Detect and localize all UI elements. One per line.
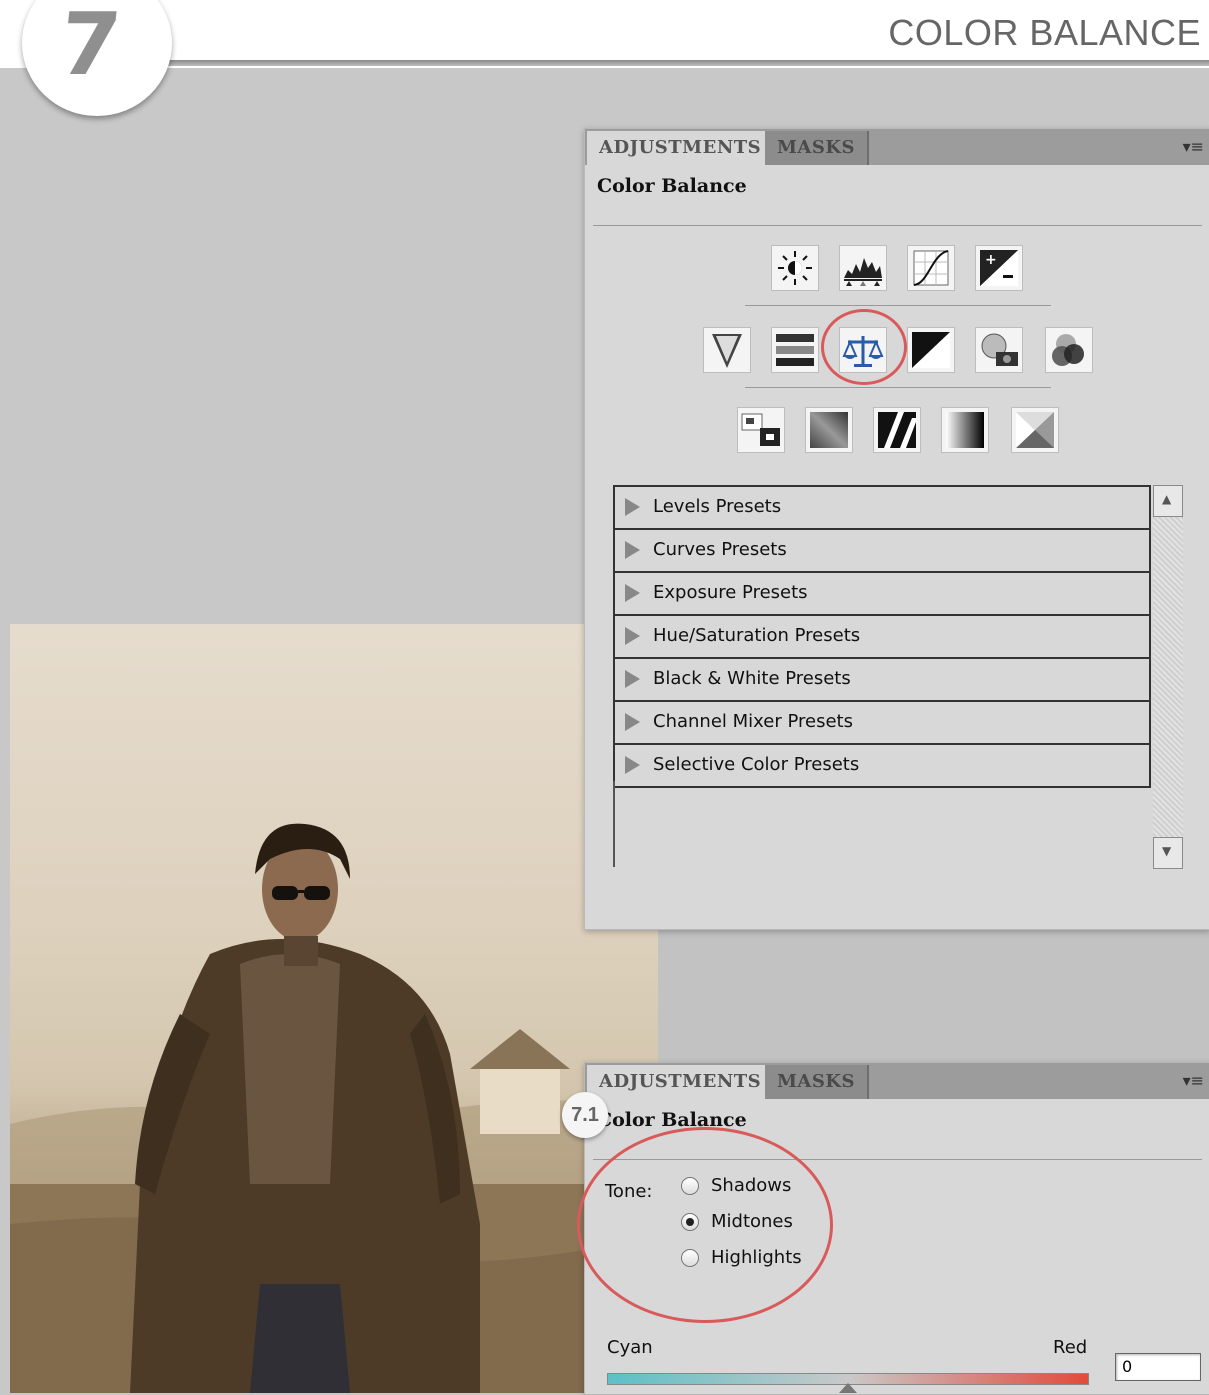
curves-icon[interactable] — [907, 245, 955, 291]
disclosure-triangle-icon[interactable] — [625, 541, 640, 559]
heading-separator — [593, 225, 1202, 226]
tab-adjustments[interactable]: ADJUSTMENTS — [587, 1065, 774, 1099]
black-white-icon[interactable] — [907, 327, 955, 373]
vibrance-icon[interactable] — [703, 327, 751, 373]
panel-tabbar: ADJUSTMENTS MASKS ▾≡ — [585, 129, 1209, 165]
selective-color-icon[interactable] — [1011, 407, 1059, 453]
highlight-circle — [577, 1127, 833, 1323]
highlight-circle — [821, 309, 907, 385]
preset-label: Channel Mixer Presets — [653, 711, 853, 732]
preset-label: Hue/Saturation Presets — [653, 625, 861, 646]
posterize-icon[interactable] — [805, 407, 853, 453]
list-item[interactable]: Hue/Saturation Presets — [613, 616, 1151, 659]
list-item[interactable]: Levels Presets — [613, 485, 1151, 530]
scroll-up-button[interactable]: ▲ — [1153, 485, 1183, 517]
list-item[interactable]: Selective Color Presets — [613, 745, 1151, 788]
tab-masks[interactable]: MASKS — [765, 131, 870, 165]
panel-tabbar: ADJUSTMENTS MASKS ▾≡ — [585, 1063, 1209, 1099]
icon-row-separator — [745, 305, 1051, 306]
preset-label: Selective Color Presets — [653, 754, 860, 775]
svg-text:+: + — [985, 252, 997, 268]
hue-saturation-icon[interactable] — [771, 327, 819, 373]
threshold-icon[interactable] — [873, 407, 921, 453]
channel-mixer-icon[interactable] — [1045, 327, 1093, 373]
disclosure-triangle-icon[interactable] — [625, 670, 640, 688]
adjustments-panel: ADJUSTMENTS MASKS ▾≡ Color Balance + Lev… — [584, 128, 1209, 930]
list-item[interactable]: Channel Mixer Presets — [613, 702, 1151, 745]
panel-heading: Color Balance — [597, 175, 747, 197]
photo-filter-icon[interactable] — [975, 327, 1023, 373]
preset-label: Curves Presets — [653, 539, 787, 560]
sepia-photo — [10, 624, 658, 1393]
invert-icon[interactable] — [737, 407, 785, 453]
tab-masks[interactable]: MASKS — [765, 1065, 870, 1099]
preset-label: Black & White Presets — [653, 668, 851, 689]
levels-icon[interactable] — [839, 245, 887, 291]
list-border — [613, 781, 615, 867]
header-rule — [160, 60, 1209, 66]
disclosure-triangle-icon[interactable] — [625, 498, 640, 516]
preset-label: Levels Presets — [653, 496, 782, 517]
slider-left-label: Cyan — [607, 1337, 653, 1358]
disclosure-triangle-icon[interactable] — [625, 756, 640, 774]
panel-menu-icon[interactable]: ▾≡ — [1183, 1071, 1204, 1090]
disclosure-triangle-icon[interactable] — [625, 627, 640, 645]
disclosure-triangle-icon[interactable] — [625, 584, 640, 602]
color-balance-panel: ADJUSTMENTS MASKS ▾≡ Color Balance Tone:… — [577, 1062, 1209, 1395]
list-item[interactable]: Exposure Presets — [613, 573, 1151, 616]
scroll-down-button[interactable]: ▼ — [1153, 837, 1183, 869]
presets-list-container: Levels Presets Curves Presets Exposure P… — [613, 485, 1185, 869]
presets-scrollbar[interactable]: ▲ ▼ — [1153, 485, 1183, 869]
list-item[interactable]: Curves Presets — [613, 530, 1151, 573]
step-number: 7 — [54, 0, 124, 95]
brightness-contrast-icon[interactable] — [771, 245, 819, 291]
gradient-map-icon[interactable] — [941, 407, 989, 453]
panel-menu-icon[interactable]: ▾≡ — [1183, 137, 1204, 156]
tab-adjustments[interactable]: ADJUSTMENTS — [587, 131, 774, 165]
preset-label: Exposure Presets — [653, 582, 808, 603]
slider-right-label: Red — [1053, 1337, 1088, 1358]
cyan-red-value-field[interactable]: 0 — [1115, 1353, 1201, 1381]
page-title: COLOR BALANCE — [888, 12, 1201, 53]
step-badge: 7.1 — [562, 1092, 608, 1138]
slider-thumb[interactable] — [839, 1383, 857, 1393]
icon-row-separator — [745, 387, 1051, 388]
disclosure-triangle-icon[interactable] — [625, 713, 640, 731]
list-item[interactable]: Black & White Presets — [613, 659, 1151, 702]
exposure-icon[interactable]: + — [975, 245, 1023, 291]
presets-list: Levels Presets Curves Presets Exposure P… — [613, 485, 1151, 788]
